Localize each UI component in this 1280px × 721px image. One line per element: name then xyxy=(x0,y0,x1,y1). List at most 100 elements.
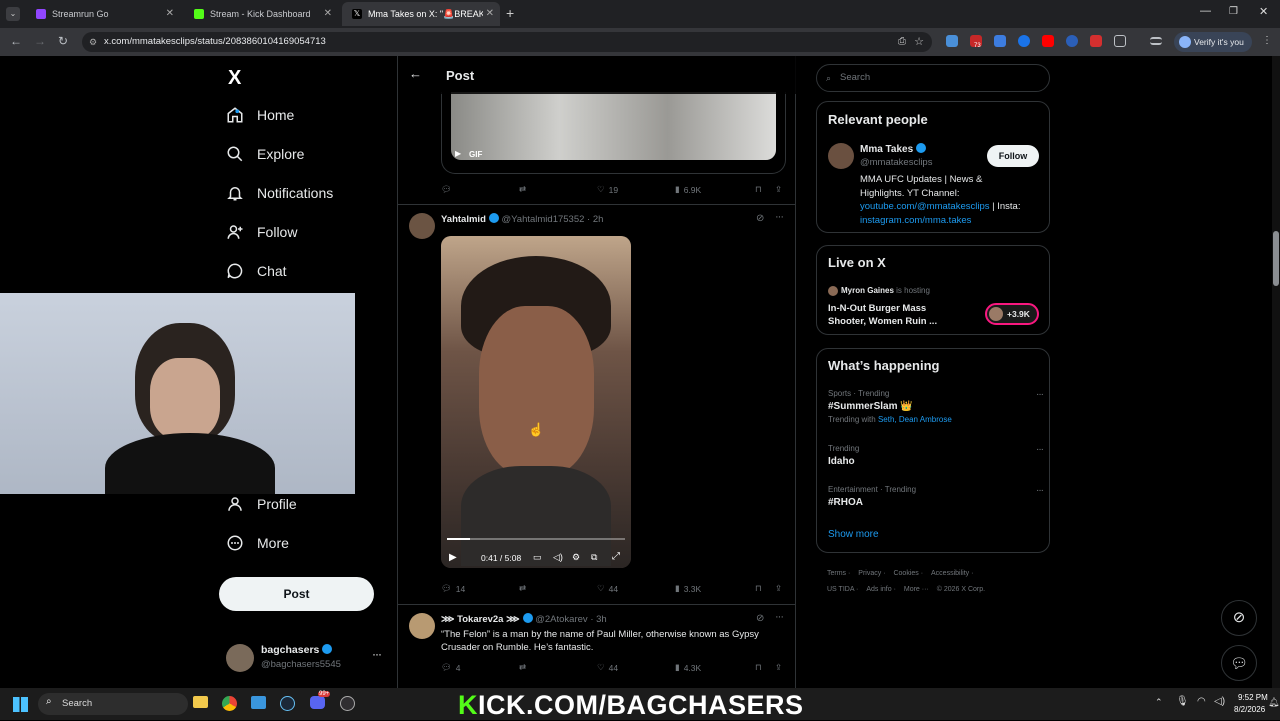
site-info-icon[interactable]: ⚙ xyxy=(89,32,97,52)
steam-icon[interactable] xyxy=(280,696,295,711)
new-tab-icon[interactable]: + xyxy=(506,5,514,21)
post-button[interactable]: Post xyxy=(219,577,374,611)
page-scrollbar[interactable] xyxy=(1272,56,1280,688)
trend-item[interactable]: Trending Idaho ··· xyxy=(828,444,1044,474)
sidebar-item-chat[interactable]: Chat xyxy=(226,262,287,280)
reading-list-icon[interactable] xyxy=(1150,37,1162,45)
play-icon[interactable]: ▶ xyxy=(449,552,457,563)
like-button[interactable]: ♡ 44 xyxy=(597,583,618,594)
post-author-handle[interactable]: @Yahtalmid175352 xyxy=(502,214,585,225)
relevant-handle[interactable]: @mmatakesclips xyxy=(860,157,932,168)
minimize-icon[interactable]: — xyxy=(1200,5,1211,17)
close-tab-icon[interactable]: ✕ xyxy=(166,8,174,19)
bookmark-icon[interactable]: ⊓ xyxy=(755,583,762,594)
messages-float-button[interactable]: 💬︎ xyxy=(1221,645,1257,681)
views-button[interactable]: ▮ 3.3K xyxy=(675,583,701,594)
repost-icon[interactable]: ⇄ xyxy=(519,583,530,594)
notification-bell-icon[interactable]: 🔔︎ xyxy=(1268,697,1279,708)
extension-shield-icon[interactable] xyxy=(994,35,1006,47)
back-arrow-icon[interactable]: ← xyxy=(10,34,22,48)
volume-icon[interactable]: ◁) xyxy=(553,552,563,563)
post-time[interactable]: · 2h xyxy=(587,214,603,225)
captions-icon[interactable]: ▭ xyxy=(533,552,542,563)
tab-streamrun[interactable]: Streamrun Go ✕ xyxy=(26,2,180,26)
tab-list-chevron-icon[interactable]: ⌄ xyxy=(6,7,20,21)
search-input[interactable]: ⌕ Search xyxy=(816,64,1050,92)
sidebar-item-notifications[interactable]: Notifications xyxy=(226,184,333,202)
extension-youtube2-icon[interactable] xyxy=(1090,35,1102,47)
post-author-name[interactable]: ⋙ Tokarev2a ⋙ xyxy=(441,614,520,625)
footer-link-more[interactable]: More ··· xyxy=(904,586,929,593)
post-avatar[interactable] xyxy=(409,213,435,239)
close-window-icon[interactable]: ✕ xyxy=(1259,5,1268,18)
install-app-icon[interactable]: ⎙ xyxy=(898,32,906,52)
extension-audio-icon[interactable] xyxy=(946,35,958,47)
bookmark-icon[interactable]: ⊓ xyxy=(755,184,762,195)
tab-x-post[interactable]: 𝕏 Mma Takes on X: "🚨BREAKIN ✕ xyxy=(342,2,500,26)
repost-icon[interactable]: ⇄ xyxy=(519,662,530,673)
tray-chevron-icon[interactable]: ⌃ xyxy=(1155,697,1163,708)
trend-more-icon[interactable]: ··· xyxy=(1036,389,1044,400)
footer-link-cookies[interactable]: Cookies xyxy=(893,570,918,577)
trend-more-icon[interactable]: ··· xyxy=(1036,444,1044,455)
wifi-icon[interactable]: ◠ xyxy=(1197,696,1206,707)
post-time[interactable]: · 3h xyxy=(590,614,606,625)
bio-youtube-link[interactable]: youtube.com/@mmatakesclips xyxy=(860,201,990,212)
trend-more-icon[interactable]: ··· xyxy=(1036,485,1044,496)
discord-icon[interactable] xyxy=(310,696,325,709)
show-more-link[interactable]: Show more xyxy=(828,529,879,540)
grok-icon[interactable]: ⊘ xyxy=(756,213,764,224)
reply-button[interactable]: 💬︎ 14 xyxy=(441,583,465,594)
reply-icon[interactable]: 💬︎ xyxy=(441,184,456,195)
trend-item[interactable]: Sports · Trending #SummerSlam 👑 Trending… xyxy=(828,389,1044,433)
bookmark-star-icon[interactable]: ☆ xyxy=(914,32,924,52)
x-logo-icon[interactable]: X xyxy=(228,67,241,90)
back-arrow-icon[interactable]: ← xyxy=(409,66,422,81)
grok-icon[interactable]: ⊘ xyxy=(756,613,764,624)
browser-menu-icon[interactable]: ⋮ xyxy=(1262,35,1272,46)
obs-icon[interactable] xyxy=(340,696,355,711)
follow-button[interactable]: Follow xyxy=(987,145,1039,167)
post-author-name[interactable]: Yahtalmid xyxy=(441,214,486,225)
chrome-icon[interactable] xyxy=(222,696,237,711)
reload-icon[interactable]: ↻ xyxy=(58,34,68,48)
like-button[interactable]: ♡ 19 xyxy=(597,184,618,195)
close-tab-icon[interactable]: ✕ xyxy=(324,8,332,19)
share-icon[interactable]: ⇪ xyxy=(775,184,782,195)
footer-link-accessibility[interactable]: Accessibility xyxy=(931,570,969,577)
grok-float-button[interactable]: ⊘ xyxy=(1221,600,1257,636)
extension-circle-icon[interactable] xyxy=(1066,35,1078,47)
restore-icon[interactable]: ❐ xyxy=(1229,6,1238,17)
post-more-icon[interactable]: ··· xyxy=(775,211,784,223)
post-more-icon[interactable]: ··· xyxy=(775,611,784,623)
windows-start-icon[interactable] xyxy=(13,697,28,712)
sidebar-item-follow[interactable]: Follow xyxy=(226,223,297,241)
fullscreen-icon[interactable]: ⤢ xyxy=(612,551,620,562)
extensions-puzzle-icon[interactable] xyxy=(1114,35,1126,47)
live-space-title[interactable]: In-N-Out Burger Mass Shooter, Women Ruin… xyxy=(828,302,937,328)
relevant-avatar[interactable] xyxy=(828,143,854,169)
store-icon[interactable] xyxy=(251,696,266,709)
views-button[interactable]: ▮ 6.9K xyxy=(675,184,701,195)
address-bar[interactable]: ⚙ x.com/mmatakesclips/status/20838601041… xyxy=(82,32,932,52)
relevant-name[interactable]: Mma Takes xyxy=(860,143,927,155)
tab-kick-dashboard[interactable]: Stream - Kick Dashboard ✕ xyxy=(184,2,338,26)
post-avatar[interactable] xyxy=(409,613,435,639)
footer-link-privacy[interactable]: Privacy xyxy=(858,570,881,577)
video-player[interactable]: ▶ 0:41 / 5:08 ▭ ◁) ⚙ ⧉ ⤢ xyxy=(441,236,631,568)
account-switcher[interactable]: bagchasers @bagchasers5545 ··· xyxy=(226,641,386,677)
sidebar-item-profile[interactable]: Profile xyxy=(226,495,297,513)
pip-icon[interactable]: ⧉ xyxy=(591,552,597,563)
scrollbar-thumb[interactable] xyxy=(1273,231,1279,286)
bio-instagram-link[interactable]: instagram.com/mma.takes xyxy=(860,214,1045,228)
sidebar-item-more[interactable]: More xyxy=(226,534,289,552)
footer-link-tida[interactable]: US TIDA xyxy=(827,586,854,593)
profile-verify-button[interactable]: Verify it's you xyxy=(1174,32,1252,52)
clock-date[interactable]: 8/2/2026 xyxy=(1234,705,1265,714)
reply-button[interactable]: 💬︎ 4 xyxy=(441,662,461,673)
trend-item[interactable]: Entertainment · Trending #RHOA ··· xyxy=(828,485,1044,515)
taskbar-search[interactable]: ⌕ Search xyxy=(38,693,188,715)
account-more-icon[interactable]: ··· xyxy=(372,647,382,661)
views-button[interactable]: ▮ 4.3K xyxy=(675,662,701,673)
settings-icon[interactable]: ⚙ xyxy=(572,552,580,563)
